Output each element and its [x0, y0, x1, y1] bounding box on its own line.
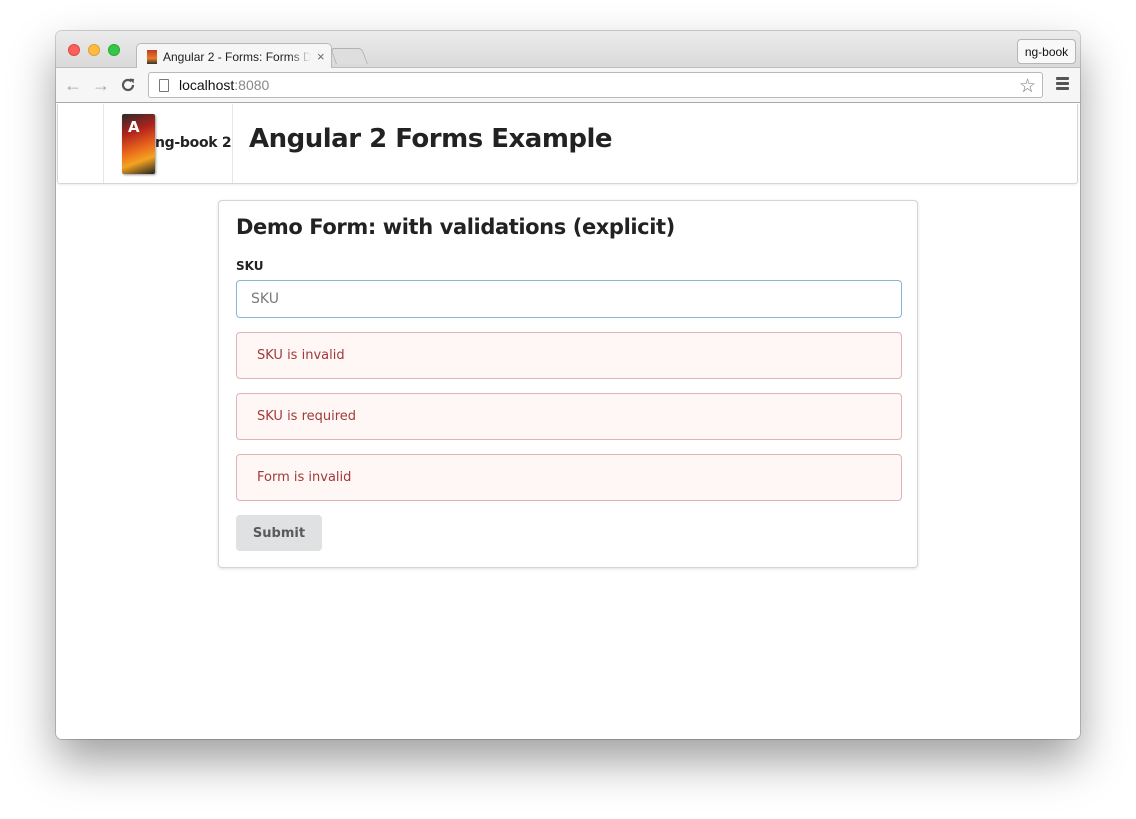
browser-window: Angular 2 - Forms: Forms Demo × ng-book …: [56, 31, 1080, 739]
address-bar[interactable]: localhost:8080 ☆: [148, 72, 1043, 98]
demo-form-card: Demo Form: with validations (explicit) S…: [218, 200, 918, 568]
maximize-window-button[interactable]: [108, 44, 120, 56]
page-icon: [159, 78, 169, 92]
tab-title: Angular 2 - Forms: Forms Demo: [163, 49, 311, 64]
error-message-sku-invalid: SKU is invalid: [236, 332, 902, 379]
forward-arrow-icon[interactable]: →: [92, 74, 110, 96]
favicon-icon: [147, 49, 157, 64]
site-header: ng-book 2 Angular 2 Forms Example: [57, 104, 1078, 184]
browser-toolbar: ← → localhost:8080 ☆: [56, 68, 1080, 103]
profile-button[interactable]: ng-book: [1017, 39, 1076, 64]
form-title: Demo Form: with validations (explicit): [236, 215, 675, 239]
bookmark-star-icon[interactable]: ☆: [1019, 75, 1036, 98]
brand[interactable]: ng-book 2: [103, 104, 233, 183]
new-tab-button[interactable]: [330, 48, 368, 64]
url-host: localhost: [179, 77, 235, 93]
reload-icon[interactable]: [120, 74, 136, 99]
sku-input[interactable]: [236, 280, 902, 318]
brand-name: ng-book 2: [155, 135, 232, 151]
hamburger-menu-icon[interactable]: [1056, 77, 1069, 92]
page-title: Angular 2 Forms Example: [249, 124, 613, 154]
error-message-sku-required: SKU is required: [236, 393, 902, 440]
ng-book-logo-icon: [122, 114, 155, 174]
sku-label: SKU: [236, 259, 264, 273]
minimize-window-button[interactable]: [88, 44, 100, 56]
browser-titlebar: Angular 2 - Forms: Forms Demo × ng-book: [56, 31, 1080, 69]
submit-button[interactable]: Submit: [236, 515, 322, 551]
tab-close-icon[interactable]: ×: [317, 49, 325, 64]
page-content: ng-book 2 Angular 2 Forms Example Demo F…: [56, 104, 1080, 739]
url-port: :8080: [234, 77, 270, 93]
close-window-button[interactable]: [68, 44, 80, 56]
browser-tab-active[interactable]: Angular 2 - Forms: Forms Demo ×: [136, 43, 332, 69]
back-arrow-icon[interactable]: ←: [64, 74, 82, 96]
error-message-form-invalid: Form is invalid: [236, 454, 902, 501]
